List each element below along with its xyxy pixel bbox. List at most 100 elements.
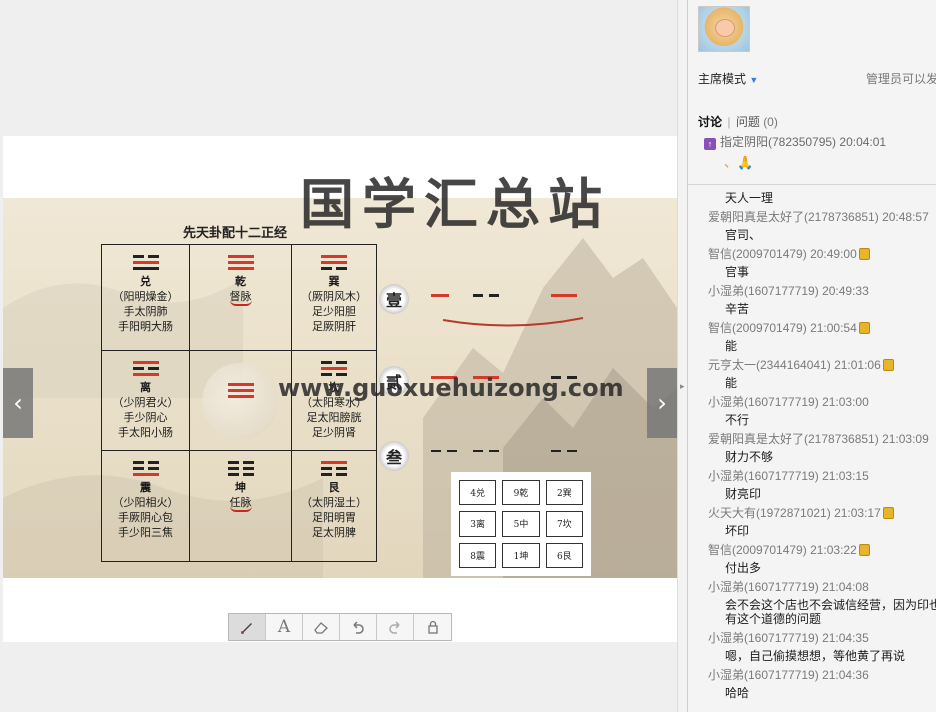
trigram-cell-zhen: 震 （少阳相火） 手厥阴心包 手少阳三焦	[102, 451, 190, 561]
trigram-line: 手太阴肺	[123, 305, 168, 318]
redo-icon	[389, 621, 400, 634]
panel-splitter[interactable]: ▸	[677, 0, 687, 712]
trigram-line: 手少阳三焦	[118, 526, 173, 539]
brush-tool-button[interactable]	[229, 614, 266, 640]
chat-messages[interactable]: 天人一理 爱朝阳真是太好了(2178736851) 20:48:57 官司、 智信(2…	[688, 184, 936, 712]
pinned-sender: 指定阴阳(782350795) 20:04:01	[720, 135, 887, 149]
trigram-line: （少阳相火）	[112, 496, 179, 509]
admin-notice: 管理员可以发	[866, 72, 936, 86]
mode-label: 主席模式	[698, 72, 747, 86]
chevron-right-icon: ›	[657, 389, 667, 417]
trigram-name: 离	[140, 381, 151, 394]
trigram-line: 手少阴心	[123, 411, 168, 424]
message-sender: 小湿弟(1607177719) 21:04:36	[708, 668, 869, 682]
slide-stage: 先天卦配十二正经 兑 （阳明燥金） 手太阴肺 手阳明大肠 乾 督脉 巽 （厥阴风…	[0, 0, 686, 712]
member-badge-icon	[882, 359, 894, 371]
undo-icon	[353, 621, 364, 634]
taiji-center-cell	[190, 351, 292, 451]
trigram-cell-qian: 乾 督脉	[190, 245, 292, 351]
chevron-left-icon: ‹	[13, 389, 23, 417]
message-body: 天人一理	[725, 191, 774, 205]
trigram-name: 艮	[328, 481, 340, 494]
trigram-line: 足厥阴肝	[312, 320, 356, 333]
luoshu-grid: 4兑 9乾 2巽 3离 5中 7坎 8震 1坤 6艮	[451, 472, 591, 576]
message-body: 有这个道德的问题	[725, 612, 822, 626]
message-sender: 爱朝阳真是太好了(2178736851) 20:48:57	[708, 210, 929, 224]
chat-tabs: 讨论 | 问题 (0)	[698, 115, 778, 129]
seal-three: 叁	[379, 441, 409, 471]
trigram-name: 乾	[235, 275, 246, 288]
trigram-cell-xun: 巽 （厥阴风木） 足少阳胆 足厥阴肝	[292, 245, 376, 351]
luoshu-cell: 9乾	[502, 480, 540, 506]
message-sender: 智信(2009701479) 20:49:00	[708, 245, 870, 262]
bagua-table: 兑 （阳明燥金） 手太阴肺 手阳明大肠 乾 督脉 巽 （厥阴风木） 足少阳胆 足…	[101, 244, 377, 562]
lock-button[interactable]	[414, 614, 451, 640]
eraser-tool-button[interactable]	[303, 614, 340, 640]
message-body: 能	[725, 376, 738, 390]
message-body: 能	[725, 339, 738, 353]
message-body: 辛苦	[725, 302, 750, 316]
trigram-line: （少阴君火）	[112, 396, 179, 409]
luoshu-cell: 3离	[459, 511, 497, 537]
message-sender: 火天大有(1972871021) 21:03:17	[708, 504, 894, 521]
message-sender: 小湿弟(1607177719) 21:03:00	[708, 395, 869, 409]
avatar[interactable]	[698, 6, 750, 52]
text-tool-button[interactable]: A	[266, 614, 303, 640]
luoshu-cell: 2巽	[545, 480, 583, 506]
message-sender: 元亨太一(2344164041) 21:01:06	[708, 356, 894, 373]
lock-icon	[427, 620, 438, 634]
watermark-url: www.guoxuehuizong.com	[278, 374, 624, 402]
trigram-name: 兑	[140, 275, 151, 288]
message-body: 付出多	[725, 561, 762, 575]
member-badge-icon	[882, 507, 894, 519]
whiteboard-toolbar: A	[228, 613, 452, 641]
trigram-line: 手太阳小肠	[118, 426, 173, 439]
member-badge-icon	[858, 544, 870, 556]
seal-one: 壹	[379, 284, 409, 314]
trigram-icon	[227, 383, 254, 398]
message-body: 财亮印	[725, 487, 762, 501]
undo-button[interactable]	[340, 614, 377, 640]
trigram-cell-dui: 兑 （阳明燥金） 手太阴肺 手阳明大肠	[102, 245, 190, 351]
message-sender: 小湿弟(1607177719) 21:03:15	[708, 469, 869, 483]
trigram-line: 任脉	[229, 495, 252, 512]
redo-button[interactable]	[377, 614, 414, 640]
message-sender: 智信(2009701479) 21:00:54	[708, 319, 870, 336]
trigram-icon	[321, 255, 347, 270]
trigram-line: 手阳明大肠	[118, 320, 173, 333]
text-icon: A	[277, 617, 291, 637]
prev-slide-button[interactable]: ‹	[3, 368, 33, 438]
trigram-icon	[321, 461, 347, 476]
message-sender: 智信(2009701479) 21:03:22	[708, 541, 870, 558]
slide-title: 先天卦配十二正经	[183, 226, 288, 241]
luoshu-cell: 1坤	[502, 542, 540, 568]
tab-discussion[interactable]: 讨论	[698, 115, 722, 129]
trigram-line: 督脉	[229, 289, 252, 306]
trigram-icon	[132, 255, 159, 270]
trigram-line: 足阳明胃	[312, 511, 356, 524]
chat-panel: 主席模式 ▼ 管理员可以发 讨论 | 问题 (0) ↑ 指定阴阳(78235079…	[687, 0, 936, 712]
trigram-cell-gen: 艮 （太阴湿土） 足阳明胃 足太阴脾	[292, 451, 376, 561]
message-body: 嗯，自己偷摸想想，等他黄了再说	[725, 649, 906, 663]
watermark-title: 国学汇总站	[300, 173, 610, 236]
chevron-down-icon: ▼	[749, 75, 759, 85]
trigram-name: 坤	[235, 481, 246, 494]
trigram-cell-kun: 坤 任脉	[190, 451, 292, 561]
trigram-cell-li: 离 （少阴君火） 手少阴心 手太阳小肠	[102, 351, 190, 451]
mode-dropdown[interactable]: 主席模式 ▼	[698, 70, 758, 87]
luoshu-cell: 8震	[459, 542, 497, 568]
message-body: 官事	[725, 265, 750, 279]
trigram-line: （太阴湿土）	[301, 496, 367, 509]
tab-questions[interactable]: 问题	[736, 115, 760, 129]
questions-count: (0)	[763, 115, 778, 129]
trigram-line: 足太阳膀胱	[306, 411, 362, 424]
brush-icon	[241, 623, 252, 634]
next-slide-button[interactable]: ›	[647, 368, 677, 438]
trigram-icon	[227, 255, 254, 270]
pinned-message: ↑ 指定阴阳(782350795) 20:04:01	[704, 133, 886, 150]
luoshu-cell: 6艮	[545, 542, 583, 568]
message-body: 坏印	[725, 524, 750, 538]
luoshu-cell: 4兑	[459, 480, 497, 506]
taiji-icon	[202, 363, 278, 439]
collapse-arrow-icon[interactable]: ▸	[680, 382, 685, 392]
